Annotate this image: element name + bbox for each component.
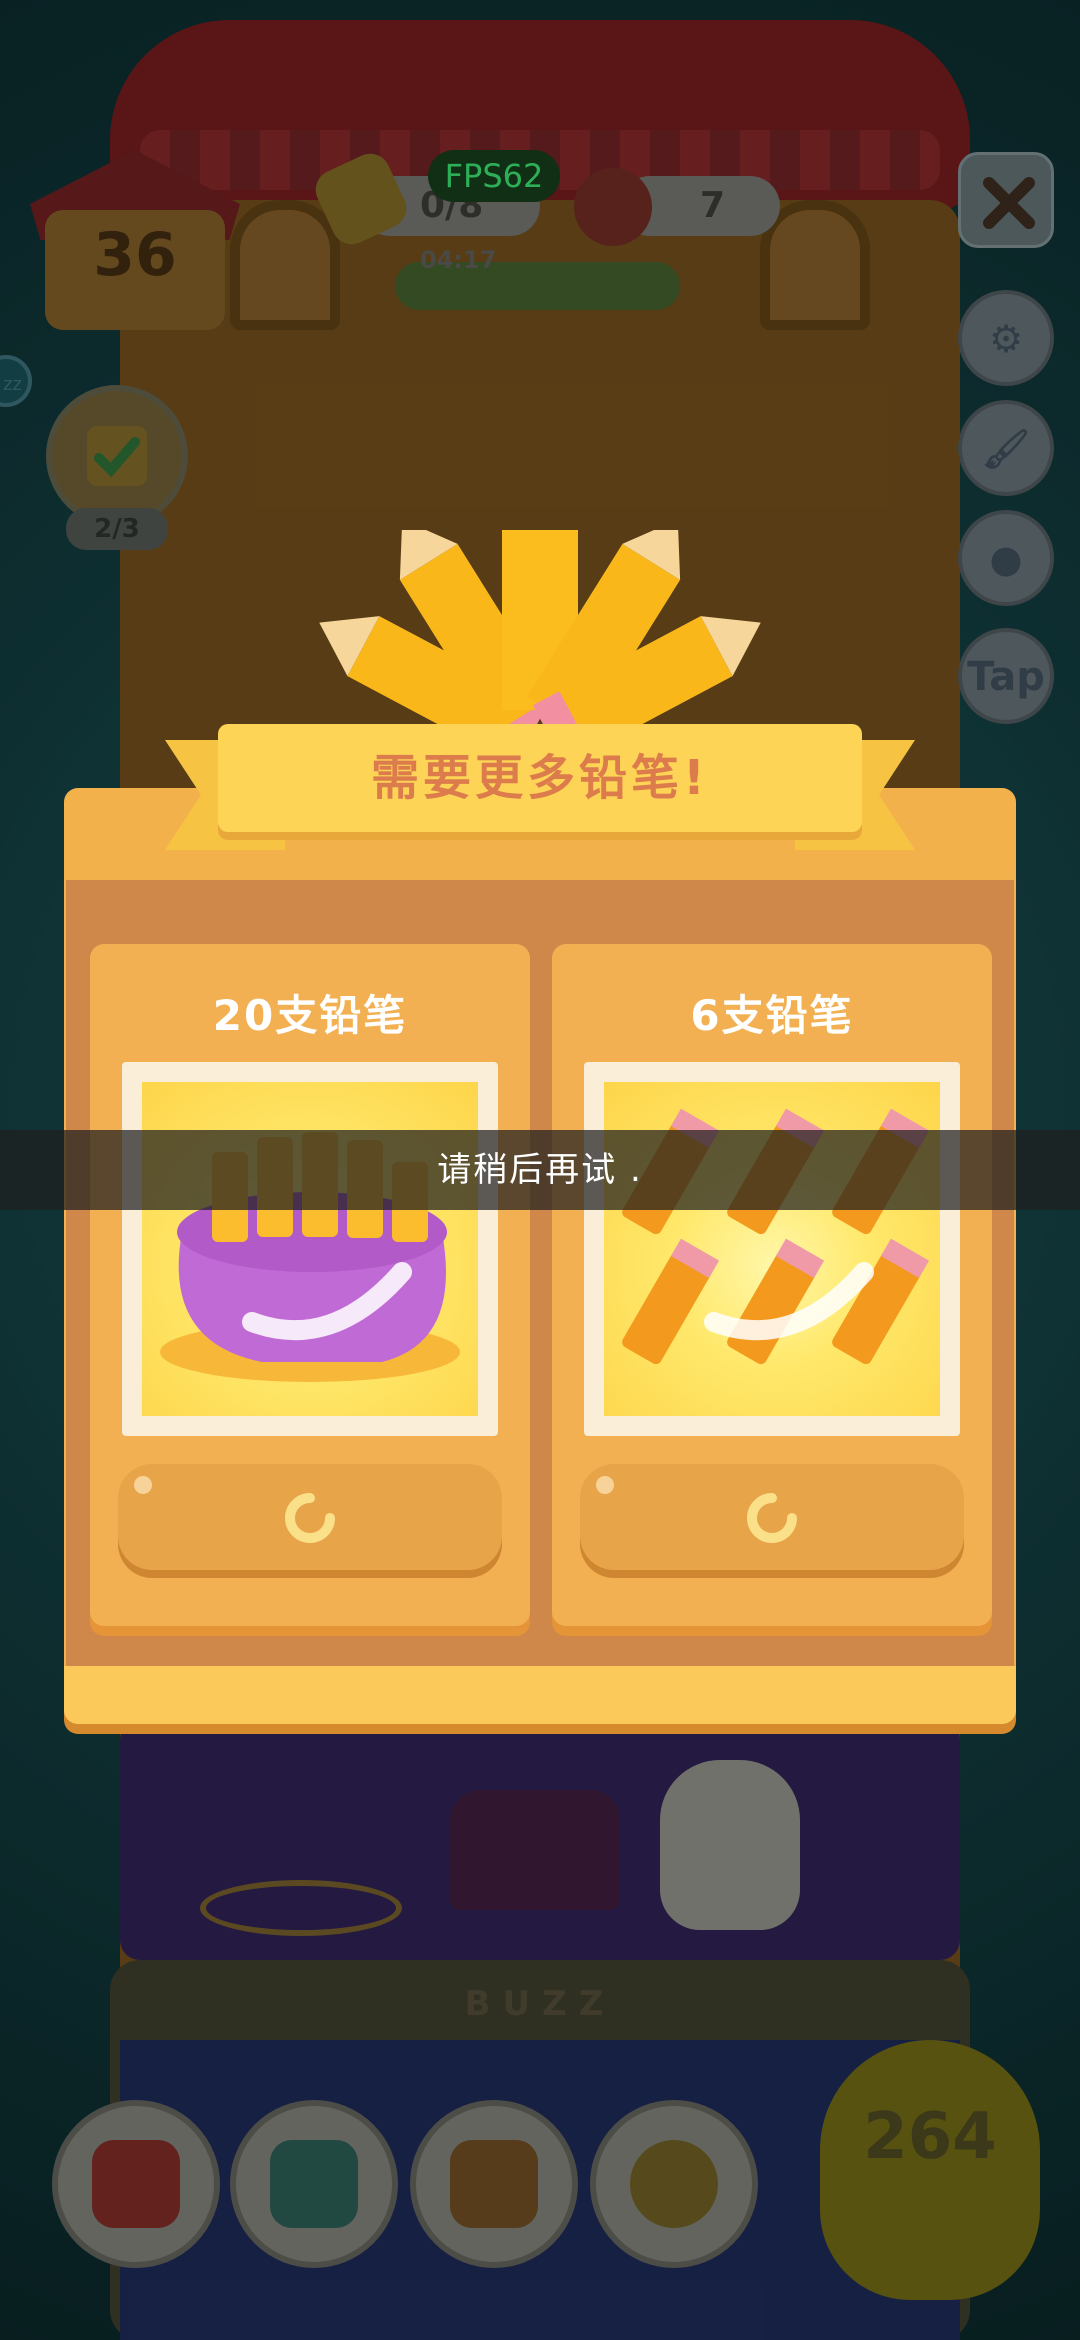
title-ribbon: 需要更多铅笔! bbox=[218, 724, 862, 832]
offer-label: 20支铅笔 bbox=[212, 991, 408, 1040]
offer-card-20-pencils[interactable]: 20支铅笔 bbox=[90, 944, 530, 1626]
buy-6-pencils-button[interactable] bbox=[580, 1464, 964, 1570]
pencils-fan-decoration bbox=[319, 530, 761, 750]
offer-image-frame bbox=[122, 1062, 498, 1436]
buy-20-pencils-button[interactable] bbox=[118, 1464, 502, 1570]
offer-label: 6支铅笔 bbox=[690, 991, 854, 1040]
modal-title: 需要更多铅笔! bbox=[371, 750, 709, 806]
offer-image-frame bbox=[584, 1062, 960, 1436]
modal-footer-strip bbox=[64, 1666, 1016, 1724]
toast-message: 请稍后再试 . bbox=[0, 1130, 1080, 1210]
loading-spinner-icon bbox=[285, 1493, 335, 1543]
offer-card-6-pencils[interactable]: 6支铅笔 bbox=[552, 944, 992, 1626]
toast-text: 请稍后再试 . bbox=[437, 1150, 643, 1190]
loading-spinner-icon bbox=[747, 1493, 797, 1543]
